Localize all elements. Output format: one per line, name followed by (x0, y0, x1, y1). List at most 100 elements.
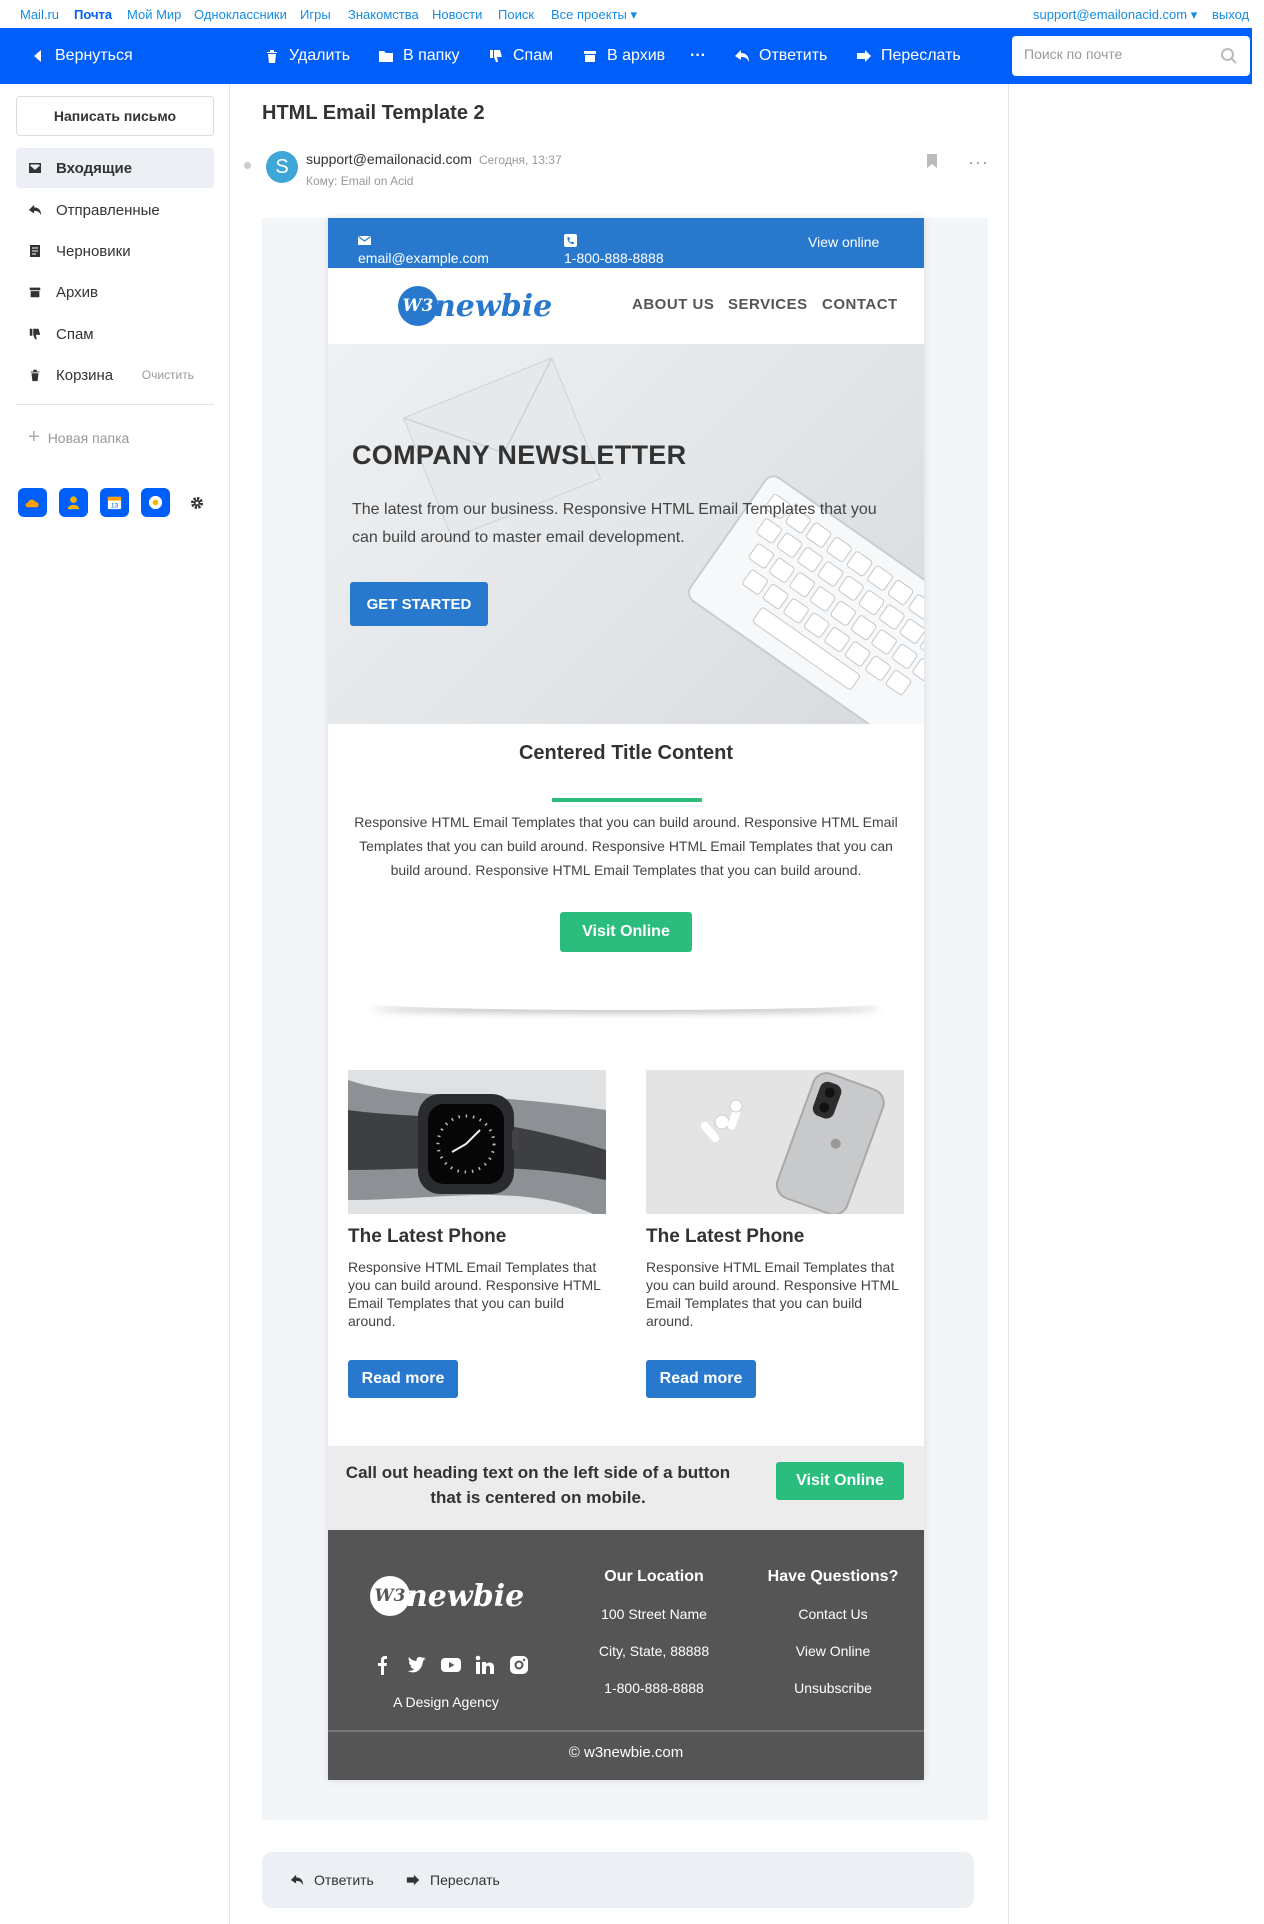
bookmark-icon[interactable] (926, 153, 938, 169)
nav-contact[interactable]: CONTACT (822, 296, 898, 313)
watch-image (348, 1070, 606, 1214)
product-text: Responsive HTML Email Templates that you… (646, 1259, 899, 1329)
iphone-photo (646, 1070, 904, 1214)
user-email: support@emailonacid.com (1033, 7, 1188, 22)
gear-icon (190, 496, 203, 509)
cloud-app-button[interactable] (18, 488, 47, 517)
callout-visit-online-button[interactable]: Visit Online (776, 1462, 904, 1500)
nav-link-all-projects[interactable]: Все проекты ▾ (551, 7, 637, 23)
read-status-dot[interactable] (244, 162, 251, 169)
get-started-button[interactable]: GET STARTED (350, 582, 488, 626)
email-contact[interactable]: email@example.com (358, 234, 489, 266)
email-footer: W3 newbie A Design Agency Our Location 1… (328, 1530, 924, 1780)
read-more-button[interactable]: Read more (348, 1360, 458, 1398)
facebook-icon[interactable] (372, 1654, 394, 1676)
folder-drafts[interactable]: Черновики (16, 231, 214, 271)
linkedin-icon[interactable] (474, 1654, 496, 1676)
nav-link-news[interactable]: Новости (432, 7, 482, 22)
youtube-icon[interactable] (440, 1654, 462, 1676)
centered-title: Centered Title Content (518, 742, 734, 764)
app-shortcuts: 13 (18, 488, 211, 517)
settings-button[interactable] (182, 488, 211, 517)
sender-email[interactable]: support@emailonacid.com (306, 151, 472, 167)
nav-link-moy-mir[interactable]: Мой Мир (127, 7, 181, 22)
copyright: © w3newbie.com (568, 1744, 684, 1761)
nav-link-games[interactable]: Игры (300, 7, 331, 22)
unsubscribe-link[interactable]: Unsubscribe (794, 1680, 872, 1696)
clean-trash-link[interactable]: Очистить (142, 368, 194, 382)
product-text: Responsive HTML Email Templates that you… (348, 1259, 601, 1329)
email-contact-text: email@example.com (358, 250, 489, 266)
view-online-link[interactable]: View online (808, 234, 879, 250)
games-app-button[interactable] (141, 488, 170, 517)
read-more-button[interactable]: Read more (646, 1360, 756, 1398)
message-date: Сегодня, 13:37 (478, 153, 562, 167)
folder-inbox[interactable]: Входящие (16, 148, 214, 188)
cloud-icon (25, 499, 39, 508)
search-input[interactable] (1024, 46, 1214, 62)
hero-text: The latest from our business. Responsive… (352, 501, 877, 546)
folder-label: Отправленные (56, 201, 160, 219)
search-box (1012, 36, 1250, 76)
forward-icon (406, 1874, 420, 1886)
nav-link-mailru[interactable]: Mail.ru (20, 7, 59, 22)
trash-icon (267, 50, 277, 63)
folder-trash[interactable]: Корзина Очистить (16, 355, 214, 395)
spam-button[interactable]: Спам (488, 28, 553, 84)
logout-link[interactable]: выход (1212, 7, 1249, 22)
compose-button[interactable]: Написать письмо (16, 96, 214, 136)
nav-link-dating[interactable]: Знакомства (348, 7, 419, 22)
plus-icon: + (28, 426, 40, 448)
twitter-icon[interactable] (406, 1654, 428, 1676)
calendar-app-button[interactable]: 13 (100, 488, 129, 517)
phone-contact[interactable]: 1-800-888-8888 (564, 234, 664, 266)
forward-label: Переслать (881, 47, 961, 64)
delete-button[interactable]: Удалить (264, 28, 350, 84)
user-menu[interactable]: support@emailonacid.com ▾ (1033, 7, 1197, 23)
forward-icon (857, 50, 871, 62)
centered-text: Responsive HTML Email Templates that you… (354, 814, 898, 878)
newbie-logo[interactable]: W3 newbie (398, 286, 552, 326)
reply-button[interactable]: Ответить (734, 28, 827, 84)
back-button[interactable]: Вернуться (30, 28, 133, 84)
reply-icon (735, 50, 749, 62)
folder-spam[interactable]: Спам (16, 314, 214, 354)
message-more-button[interactable]: ··· (968, 152, 989, 173)
footer-view-online-link[interactable]: View Online (796, 1643, 870, 1659)
folder-archive[interactable]: Архив (16, 272, 214, 312)
arrow-left-icon (34, 50, 41, 62)
sender-line: support@emailonacid.com Сегодня, 13:37 (306, 151, 562, 167)
section-divider-shadow (368, 996, 884, 1010)
archive-button[interactable]: В архив (582, 28, 665, 84)
nav-link-search[interactable]: Поиск (498, 7, 534, 22)
search-icon[interactable] (1220, 47, 1238, 65)
nav-link-ok[interactable]: Одноклассники (194, 7, 287, 22)
archive-label: В архив (607, 47, 666, 64)
new-folder-button[interactable]: + Новая папка (28, 426, 129, 449)
footer-divider (328, 1730, 924, 1732)
nav-link-mail[interactable]: Почта (74, 7, 112, 22)
folder-sent[interactable]: Отправленные (16, 190, 214, 230)
quick-forward-button[interactable]: Переслать (406, 1872, 500, 1888)
visit-online-button[interactable]: Visit Online (560, 912, 692, 952)
move-to-folder-button[interactable]: В папку (378, 28, 460, 84)
folder-label: Архив (56, 283, 99, 301)
phone-contact-text: 1-800-888-8888 (564, 250, 664, 266)
nav-about-us[interactable]: ABOUT US (632, 296, 714, 313)
footer-logo[interactable]: W3 newbie (370, 1576, 524, 1616)
instagram-icon[interactable] (508, 1654, 530, 1676)
more-actions-button[interactable]: ··· (690, 28, 706, 84)
folder-label: Черновики (56, 242, 131, 260)
archive-icon (29, 287, 41, 298)
quick-reply-button[interactable]: Ответить (290, 1872, 374, 1888)
envelope-icon (358, 236, 371, 245)
folder-label: Спам (56, 325, 94, 343)
nav-services[interactable]: SERVICES (728, 296, 808, 313)
sender-avatar[interactable]: S (266, 151, 298, 183)
forward-button[interactable]: Переслать (856, 28, 961, 84)
move-to-folder-label: В папку (403, 47, 460, 64)
folder-label: Корзина (56, 366, 114, 384)
contacts-app-button[interactable] (59, 488, 88, 517)
contact-us-link[interactable]: Contact Us (798, 1606, 867, 1622)
logo-mark: W3 (398, 286, 438, 326)
